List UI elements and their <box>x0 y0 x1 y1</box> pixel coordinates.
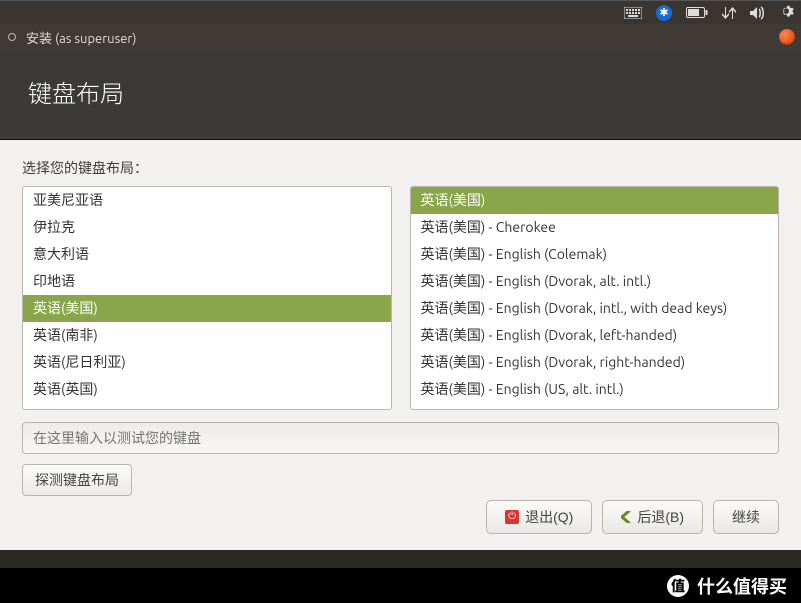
continue-button-label: 继续 <box>732 507 760 527</box>
keyboard-layout-lists: 亚美尼亚语伊拉克意大利语印地语英语(美国)英语(南非)英语(尼日利亚)英语(英国… <box>22 186 779 410</box>
variant-item[interactable]: 英语(美国) - Cherokee <box>411 214 779 241</box>
back-button[interactable]: 后退(B) <box>602 500 703 534</box>
variant-item[interactable]: 英语(美国) - English (Dvorak, alt. intl.) <box>411 268 779 295</box>
variant-item[interactable]: 英语(美国) - English (Dvorak, right-handed) <box>411 349 779 376</box>
window-icon <box>8 33 16 41</box>
accessibility-icon[interactable]: ✱ <box>656 5 672 21</box>
language-item[interactable]: 亚美尼亚语 <box>23 187 391 214</box>
variant-item[interactable]: 英语(美国) - English (Colemak) <box>411 241 779 268</box>
language-item[interactable]: 英语(尼日利亚) <box>23 349 391 376</box>
close-icon[interactable] <box>779 29 795 45</box>
keyboard-icon[interactable] <box>624 7 642 19</box>
battery-icon[interactable] <box>686 7 708 18</box>
sound-icon[interactable] <box>750 6 766 20</box>
language-item[interactable]: 意大利语 <box>23 241 391 268</box>
power-icon: ⏻ <box>505 510 519 524</box>
variant-item[interactable]: 英语(美国) - English (US, alt. intl.) <box>411 376 779 403</box>
page-header: 键盘布局 <box>0 50 801 140</box>
network-icon[interactable] <box>722 6 736 20</box>
language-item[interactable]: 英语(南非) <box>23 322 391 349</box>
page-title: 键盘布局 <box>28 74 773 109</box>
variant-list[interactable]: 英语(美国)英语(美国) - Cherokee英语(美国) - English … <box>410 186 780 410</box>
variant-item[interactable]: 英语(美国) - English (Dvorak, left-handed) <box>411 322 779 349</box>
wizard-button-row: ⏻ 退出(Q) 后退(B) 继续 <box>486 500 779 534</box>
continue-button[interactable]: 继续 <box>713 500 779 534</box>
settings-gear-icon[interactable] <box>780 5 795 20</box>
brand-text: 什么值得买 <box>697 573 787 599</box>
language-list[interactable]: 亚美尼亚语伊拉克意大利语印地语英语(美国)英语(南非)英语(尼日利亚)英语(英国… <box>22 186 392 410</box>
branding-footer: 值 什么值得买 <box>0 568 801 603</box>
quit-button[interactable]: ⏻ 退出(Q) <box>486 500 592 534</box>
back-button-label: 后退(B) <box>637 507 684 527</box>
brand-logo-icon: 值 <box>667 575 689 597</box>
detect-layout-button[interactable]: 探测键盘布局 <box>22 464 132 496</box>
quit-button-label: 退出(Q) <box>525 507 573 527</box>
language-item[interactable]: 伊拉克 <box>23 214 391 241</box>
language-item[interactable]: 印地语 <box>23 268 391 295</box>
chevron-left-icon <box>621 511 631 523</box>
window-title: 安装 (as superuser) <box>26 28 136 47</box>
variant-item[interactable]: 英语(美国) <box>411 187 779 214</box>
variant-item[interactable]: 英语(美国) - English (Dvorak, intl., with de… <box>411 295 779 322</box>
language-item[interactable]: 英语(美国) <box>23 295 391 322</box>
keyboard-test-input[interactable] <box>22 422 779 454</box>
language-item[interactable]: 英语(英国) <box>23 376 391 403</box>
content-area: 选择您的键盘布局： 亚美尼亚语伊拉克意大利语印地语英语(美国)英语(南非)英语(… <box>0 140 801 550</box>
system-top-panel: ✱ <box>0 0 801 24</box>
language-item[interactable]: 越南语 <box>23 403 391 410</box>
prompt-label: 选择您的键盘布局： <box>22 158 779 178</box>
window-titlebar: 安装 (as superuser) <box>0 24 801 50</box>
